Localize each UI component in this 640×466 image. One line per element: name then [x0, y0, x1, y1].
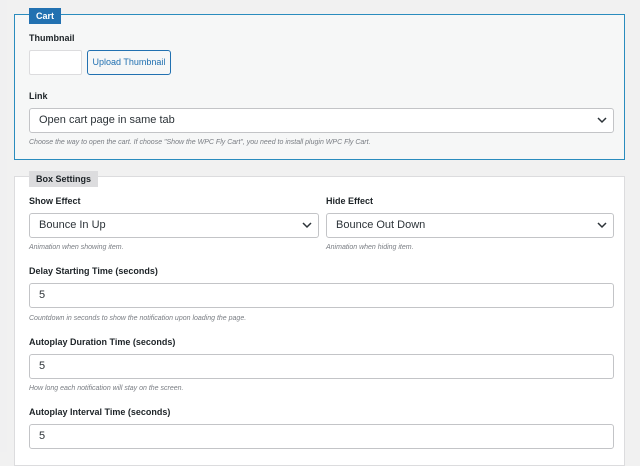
thumbnail-preview [29, 50, 82, 75]
delay-time-help-text: Countdown in seconds to show the notific… [29, 315, 247, 322]
box-settings-fieldset: Box Settings Show Effect Bounce In Up An… [14, 171, 625, 466]
cart-legend: Cart [29, 8, 62, 24]
chevron-down-icon [302, 222, 312, 229]
upload-thumbnail-button[interactable]: Upload Thumbnail [87, 50, 171, 75]
hide-effect-label: Hide Effect [326, 196, 374, 206]
autoplay-duration-help-text: How long each notification will stay on … [29, 385, 184, 392]
autoplay-interval-label: Autoplay Interval Time (seconds) [29, 407, 171, 417]
thumbnail-label: Thumbnail [29, 33, 75, 43]
autoplay-duration-value: 5 [39, 360, 46, 372]
autoplay-duration-label: Autoplay Duration Time (seconds) [29, 337, 176, 347]
admin-edge [0, 0, 7, 452]
link-select[interactable]: Open cart page in same tab [29, 108, 614, 133]
show-effect-label: Show Effect [29, 196, 81, 206]
hide-effect-help-text: Animation when hiding item. [326, 244, 414, 251]
show-effect-value: Bounce In Up [39, 219, 106, 231]
delay-time-value: 5 [39, 289, 46, 301]
link-help-text: Choose the way to open the cart. If choo… [29, 139, 371, 146]
show-effect-help-text: Animation when showing item. [29, 244, 124, 251]
autoplay-interval-value: 5 [39, 430, 46, 442]
link-select-value: Open cart page in same tab [39, 114, 175, 126]
hide-effect-value: Bounce Out Down [336, 219, 426, 231]
cart-fieldset: Cart Thumbnail Upload Thumbnail Link Ope… [14, 8, 625, 160]
box-settings-legend: Box Settings [29, 171, 99, 187]
show-effect-select[interactable]: Bounce In Up [29, 213, 319, 238]
delay-time-label: Delay Starting Time (seconds) [29, 266, 158, 276]
chevron-down-icon [597, 117, 607, 124]
hide-effect-select[interactable]: Bounce Out Down [326, 213, 614, 238]
autoplay-interval-input[interactable]: 5 [29, 424, 614, 449]
autoplay-duration-input[interactable]: 5 [29, 354, 614, 379]
chevron-down-icon [597, 222, 607, 229]
link-label: Link [29, 91, 48, 101]
delay-time-input[interactable]: 5 [29, 283, 614, 308]
